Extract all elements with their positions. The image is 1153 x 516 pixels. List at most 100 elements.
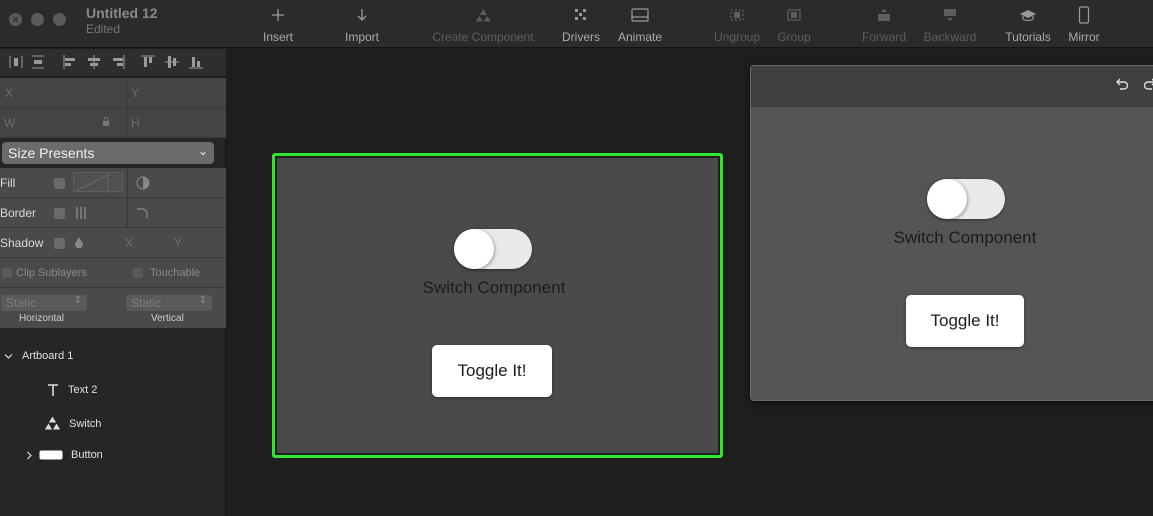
- alignment-toolbar: [0, 49, 226, 77]
- distribute-horizontal-icon[interactable]: [8, 54, 24, 70]
- align-right-icon[interactable]: [110, 54, 126, 70]
- close-window-button[interactable]: [9, 13, 22, 26]
- border-row: Border: [0, 198, 226, 228]
- plus-icon: [272, 9, 284, 21]
- bring-forward-icon: [878, 9, 890, 21]
- size-row: W H: [0, 108, 226, 138]
- preview-toolbar: [751, 66, 1153, 107]
- inspector-panel: X Y W H Size Presents ⌄ Fill Border Shad…: [0, 49, 226, 516]
- align-middle-vertical-icon[interactable]: [164, 54, 180, 70]
- forward-button[interactable]: Forward: [858, 0, 910, 48]
- layer-options-row: Clip Sublayers Touchable: [0, 258, 226, 288]
- switch-toggle[interactable]: [454, 229, 532, 269]
- shadow-x-field[interactable]: X: [125, 236, 133, 250]
- layer-text-2[interactable]: Text 2: [46, 383, 97, 397]
- chevron-right-icon[interactable]: [26, 451, 33, 460]
- touchable-checkbox[interactable]: [133, 268, 143, 278]
- fill-checkbox[interactable]: [54, 178, 65, 189]
- insert-label: Insert: [262, 30, 293, 44]
- canvas[interactable]: Switch Component Toggle It! Switch Compo…: [227, 49, 1153, 516]
- shadow-row: Shadow X Y: [0, 228, 226, 258]
- artboard-1[interactable]: Switch Component Toggle It!: [277, 158, 718, 453]
- align-top-icon[interactable]: [140, 54, 156, 70]
- size-presets-dropdown[interactable]: Size Presents ⌄: [2, 142, 214, 164]
- layer-name: Switch: [69, 417, 102, 430]
- drivers-label: Drivers: [562, 30, 600, 44]
- timeline-icon: [631, 8, 649, 22]
- preview-switch-label: Switch Component: [893, 228, 1037, 247]
- switch-knob: [454, 229, 494, 269]
- phone-icon: [1078, 6, 1090, 24]
- tutorials-button[interactable]: Tutorials: [1000, 0, 1056, 48]
- horizontal-constraint-select[interactable]: Static ⇕: [1, 295, 87, 311]
- fill-row: Fill: [0, 168, 226, 198]
- layer-button[interactable]: Button: [26, 449, 103, 461]
- ungroup-label: Ungroup: [713, 30, 761, 44]
- fill-swatch-icon: [75, 173, 109, 193]
- opacity-icon[interactable]: [136, 176, 150, 190]
- create-component-label: Create Component: [432, 30, 534, 44]
- border-width-icon[interactable]: [75, 206, 87, 220]
- shadow-checkbox[interactable]: [54, 238, 65, 249]
- blur-drop-icon[interactable]: [75, 237, 83, 248]
- import-label: Import: [344, 30, 379, 44]
- shadow-label: Shadow: [0, 236, 44, 250]
- text-icon: [46, 383, 60, 397]
- zoom-window-button[interactable]: [53, 13, 66, 26]
- undo-icon[interactable]: [1115, 78, 1129, 92]
- border-checkbox[interactable]: [54, 208, 65, 219]
- minimize-window-button[interactable]: [31, 13, 44, 26]
- clip-sublayers-checkbox[interactable]: [2, 268, 12, 278]
- vertical-constraint-select[interactable]: Static ⇕: [126, 295, 212, 311]
- fill-label: Fill: [0, 176, 16, 190]
- component-icon: [44, 416, 61, 431]
- width-field[interactable]: W: [4, 116, 15, 130]
- layer-artboard-1[interactable]: Artboard 1: [4, 350, 73, 362]
- height-field[interactable]: H: [131, 116, 140, 130]
- y-field[interactable]: Y: [131, 86, 139, 100]
- position-row: X Y: [0, 78, 226, 108]
- align-center-horizontal-icon[interactable]: [86, 54, 102, 70]
- size-presets-value: Size Presents: [8, 145, 95, 161]
- switch-knob: [927, 179, 967, 219]
- drivers-icon: [575, 9, 586, 20]
- shadow-y-field[interactable]: Y: [174, 236, 182, 250]
- toolbar: Untitled 12 Edited Insert Import Create …: [0, 0, 1153, 48]
- fill-color-well[interactable]: [73, 172, 123, 193]
- chevron-down-icon[interactable]: [4, 353, 13, 360]
- x-field[interactable]: X: [5, 86, 13, 100]
- layer-switch[interactable]: Switch: [44, 416, 101, 431]
- backward-label: Backward: [923, 30, 977, 44]
- mirror-button[interactable]: Mirror: [1062, 0, 1106, 48]
- distribute-vertical-icon[interactable]: [30, 54, 46, 70]
- preview-toggle-it-button[interactable]: Toggle It!: [906, 295, 1024, 347]
- vertical-caption: Vertical: [151, 313, 184, 324]
- animate-button[interactable]: Animate: [614, 0, 666, 48]
- preview-switch-toggle[interactable]: [927, 179, 1005, 219]
- align-bottom-icon[interactable]: [188, 54, 204, 70]
- preview-window: Switch Component Toggle It!: [750, 65, 1153, 401]
- group-button[interactable]: Group: [773, 0, 815, 48]
- switch-component-label: Switch Component: [422, 278, 566, 297]
- redo-icon[interactable]: [1143, 78, 1153, 92]
- layer-name: Artboard 1: [22, 350, 74, 362]
- corner-radius-icon[interactable]: [136, 207, 148, 219]
- layer-name: Button: [71, 449, 103, 461]
- align-left-icon[interactable]: [62, 54, 78, 70]
- group-icon: [787, 9, 801, 21]
- toggle-it-button[interactable]: Toggle It!: [432, 345, 552, 397]
- border-label: Border: [0, 206, 37, 220]
- insert-button[interactable]: Insert: [254, 0, 302, 48]
- animate-label: Animate: [617, 30, 663, 44]
- forward-label: Forward: [861, 30, 906, 44]
- mirror-label: Mirror: [1068, 30, 1100, 44]
- vertical-constraint-value: Static: [131, 296, 162, 310]
- create-component-button[interactable]: Create Component: [428, 0, 538, 48]
- import-button[interactable]: Import: [338, 0, 386, 48]
- document-title: Untitled 12: [86, 5, 158, 21]
- ungroup-button[interactable]: Ungroup: [710, 0, 764, 48]
- document-status: Edited: [86, 22, 121, 36]
- lock-icon[interactable]: [102, 117, 110, 127]
- drivers-button[interactable]: Drivers: [558, 0, 604, 48]
- backward-button[interactable]: Backward: [920, 0, 980, 48]
